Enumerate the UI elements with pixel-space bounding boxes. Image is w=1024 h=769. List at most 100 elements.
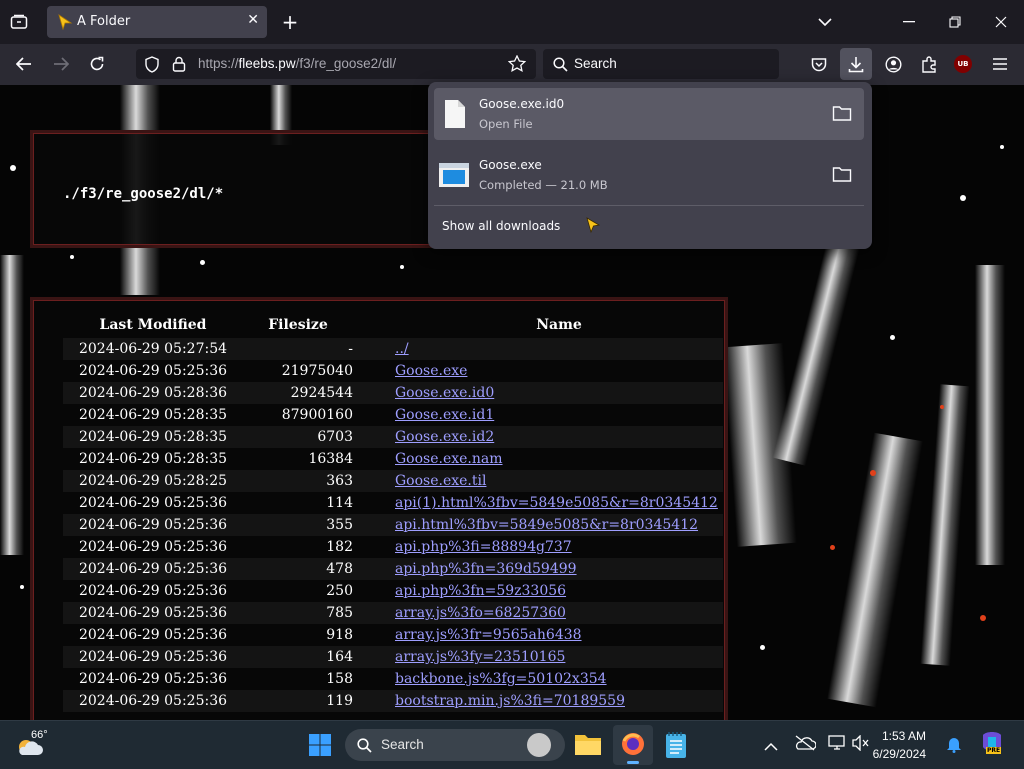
file-link[interactable]: backbone.js%3fg=50102x354 xyxy=(395,671,607,687)
notepad-taskbar-icon[interactable] xyxy=(664,731,690,759)
ublock-badge: UB xyxy=(954,55,972,73)
table-row: 2024-06-29 05:25:36 355 api.html%3fbv=5849… xyxy=(63,514,723,536)
download-filename: Goose.exe.id0 xyxy=(479,97,565,111)
address-bar[interactable]: https://fleebs.pw/f3/re_goose2/dl/ xyxy=(136,49,536,79)
search-input[interactable]: Search xyxy=(574,56,617,71)
mouse-cursor-icon xyxy=(586,217,600,233)
file-link[interactable]: bootstrap.min.js%3fi=70189559 xyxy=(395,693,625,709)
download-icon xyxy=(848,56,864,72)
cell-name: Goose.exe.id2 xyxy=(353,426,723,448)
new-tab-icon[interactable]: + xyxy=(279,10,301,34)
cell-filesize: 87900160 xyxy=(281,407,353,423)
search-bar[interactable]: Search xyxy=(543,49,779,79)
show-hidden-icons-icon[interactable] xyxy=(764,737,780,753)
file-link[interactable]: api.html%3fbv=5849e5085&r=8r0345412 xyxy=(395,517,698,533)
file-link[interactable]: array.js%3fo=68257360 xyxy=(395,605,566,621)
file-explorer-icon[interactable] xyxy=(574,731,602,759)
exe-file-icon xyxy=(439,163,469,187)
table-row: 2024-06-29 05:28:35 87900160 Goose.exe.id1 xyxy=(63,404,723,426)
table-row: 2024-06-29 05:28:36 2924544 Goose.exe.id0 xyxy=(63,382,723,404)
column-header-name[interactable]: Name xyxy=(353,314,723,338)
menu-icon[interactable] xyxy=(989,54,1011,74)
file-link[interactable]: array.js%3fr=9565ah6438 xyxy=(395,627,582,643)
notifications-bell-icon[interactable] xyxy=(946,735,964,755)
cell-filesize: 250 xyxy=(326,583,353,599)
tab-title: A Folder xyxy=(77,14,131,29)
copilot-icon[interactable]: PRE xyxy=(980,731,1006,759)
window-close-icon[interactable] xyxy=(990,12,1012,32)
tracking-shield-icon[interactable] xyxy=(144,56,160,73)
show-all-downloads-link[interactable]: Show all downloads xyxy=(442,219,560,233)
file-link[interactable]: array.js%3fy=23510165 xyxy=(395,649,565,665)
firefox-taskbar-icon[interactable] xyxy=(613,725,653,765)
download-item[interactable]: Goose.exe.id0 Open File xyxy=(434,88,864,140)
file-link[interactable]: api.php%3fn=369d59499 xyxy=(395,561,577,577)
file-link[interactable]: Goose.exe.id0 xyxy=(395,385,494,401)
file-link[interactable]: api.php%3fn=59z33056 xyxy=(395,583,566,599)
file-link[interactable]: Goose.exe.til xyxy=(395,473,486,489)
url-path: /f3/re_goose2/dl/ xyxy=(295,56,397,71)
cell-filesize: 114 xyxy=(326,495,353,511)
start-button[interactable] xyxy=(308,733,332,757)
file-link[interactable]: api(1).html%3fbv=5849e5085&r=8r0345412 xyxy=(395,495,718,511)
cell-last-modified: 2024-06-29 05:25:36 xyxy=(78,363,228,379)
firefox-icon xyxy=(622,733,644,755)
back-icon[interactable] xyxy=(12,54,36,74)
lock-icon[interactable] xyxy=(172,56,186,72)
list-all-tabs-icon[interactable] xyxy=(815,12,835,32)
cell-name: Goose.exe.id0 xyxy=(353,382,723,404)
cell-filesize: 785 xyxy=(243,602,353,624)
folder-icon[interactable] xyxy=(832,104,852,122)
table-row: 2024-06-29 05:25:36 21975040 Goose.exe xyxy=(63,360,723,382)
cell-last-modified: 2024-06-29 05:28:35 xyxy=(63,426,243,448)
forward-icon[interactable] xyxy=(49,54,73,74)
file-link[interactable]: Goose.exe xyxy=(395,363,467,379)
pocket-icon[interactable] xyxy=(808,54,830,74)
downloads-button[interactable] xyxy=(840,48,872,80)
cell-last-modified: 2024-06-29 05:25:36 xyxy=(63,514,243,536)
cell-last-modified: 2024-06-29 05:25:36 xyxy=(78,671,228,687)
tab-active[interactable]: A Folder ✕ xyxy=(47,6,267,38)
cell-name: Goose.exe.til xyxy=(353,470,723,492)
ublock-icon[interactable]: UB xyxy=(952,53,974,75)
network-icon[interactable] xyxy=(828,735,846,753)
cell-name: api.php%3fn=59z33056 xyxy=(353,580,723,602)
cell-last-modified: 2024-06-29 05:25:36 xyxy=(63,602,243,624)
taskbar-search-label: Search xyxy=(381,737,424,752)
cell-filesize: 478 xyxy=(243,558,353,580)
cell-filesize: 6703 xyxy=(243,426,353,448)
file-table: Last Modified Filesize Name 2024-06-29 0… xyxy=(63,314,723,712)
account-icon[interactable] xyxy=(882,54,904,74)
column-header-filesize[interactable]: Filesize xyxy=(243,314,353,338)
table-row: 2024-06-29 05:25:36 250 api.php%3fn=59z330… xyxy=(63,580,723,602)
table-row: 2024-06-29 05:25:36 158 backbone.js%3fg=50… xyxy=(63,668,723,690)
restore-icon[interactable] xyxy=(944,12,966,32)
taskbar-search[interactable]: Search xyxy=(345,729,565,761)
bookmark-star-icon[interactable] xyxy=(508,55,526,72)
cell-name: api.html%3fbv=5849e5085&r=8r0345412 xyxy=(353,514,723,536)
cell-filesize: 355 xyxy=(243,514,353,536)
weather-widget[interactable]: 66° xyxy=(16,729,56,761)
cell-last-modified: 2024-06-29 05:28:36 xyxy=(63,382,243,404)
table-row: 2024-06-29 05:25:36 114 api(1).html%3fbv=5… xyxy=(63,492,723,514)
file-link[interactable]: ../ xyxy=(395,341,409,357)
file-link[interactable]: Goose.exe.nam xyxy=(395,451,503,467)
column-header-last-modified[interactable]: Last Modified xyxy=(63,314,243,338)
extensions-icon[interactable] xyxy=(918,54,940,74)
reload-icon[interactable] xyxy=(85,54,109,74)
download-item[interactable]: Goose.exe Completed — 21.0 MB xyxy=(434,149,864,201)
onedrive-icon[interactable] xyxy=(794,735,817,753)
minimize-icon[interactable] xyxy=(898,12,920,32)
nav-bar: https://fleebs.pw/f3/re_goose2/dl/ Searc… xyxy=(0,44,1024,86)
file-link[interactable]: Goose.exe.id2 xyxy=(395,429,494,445)
close-tab-icon[interactable]: ✕ xyxy=(247,12,259,28)
file-link[interactable]: Goose.exe.id1 xyxy=(395,407,494,423)
cell-name: bootstrap.min.js%3fi=70189559 xyxy=(353,690,723,712)
folder-icon[interactable] xyxy=(832,165,852,183)
tab-list-icon[interactable] xyxy=(8,12,30,32)
file-link[interactable]: api.php%3fi=88894g737 xyxy=(395,539,572,555)
url-text[interactable]: https://fleebs.pw/f3/re_goose2/dl/ xyxy=(198,56,396,71)
cell-name: Goose.exe.nam xyxy=(353,448,723,470)
table-row: 2024-06-29 05:27:54- ../ xyxy=(63,338,723,360)
download-status[interactable]: Open File xyxy=(479,117,533,131)
